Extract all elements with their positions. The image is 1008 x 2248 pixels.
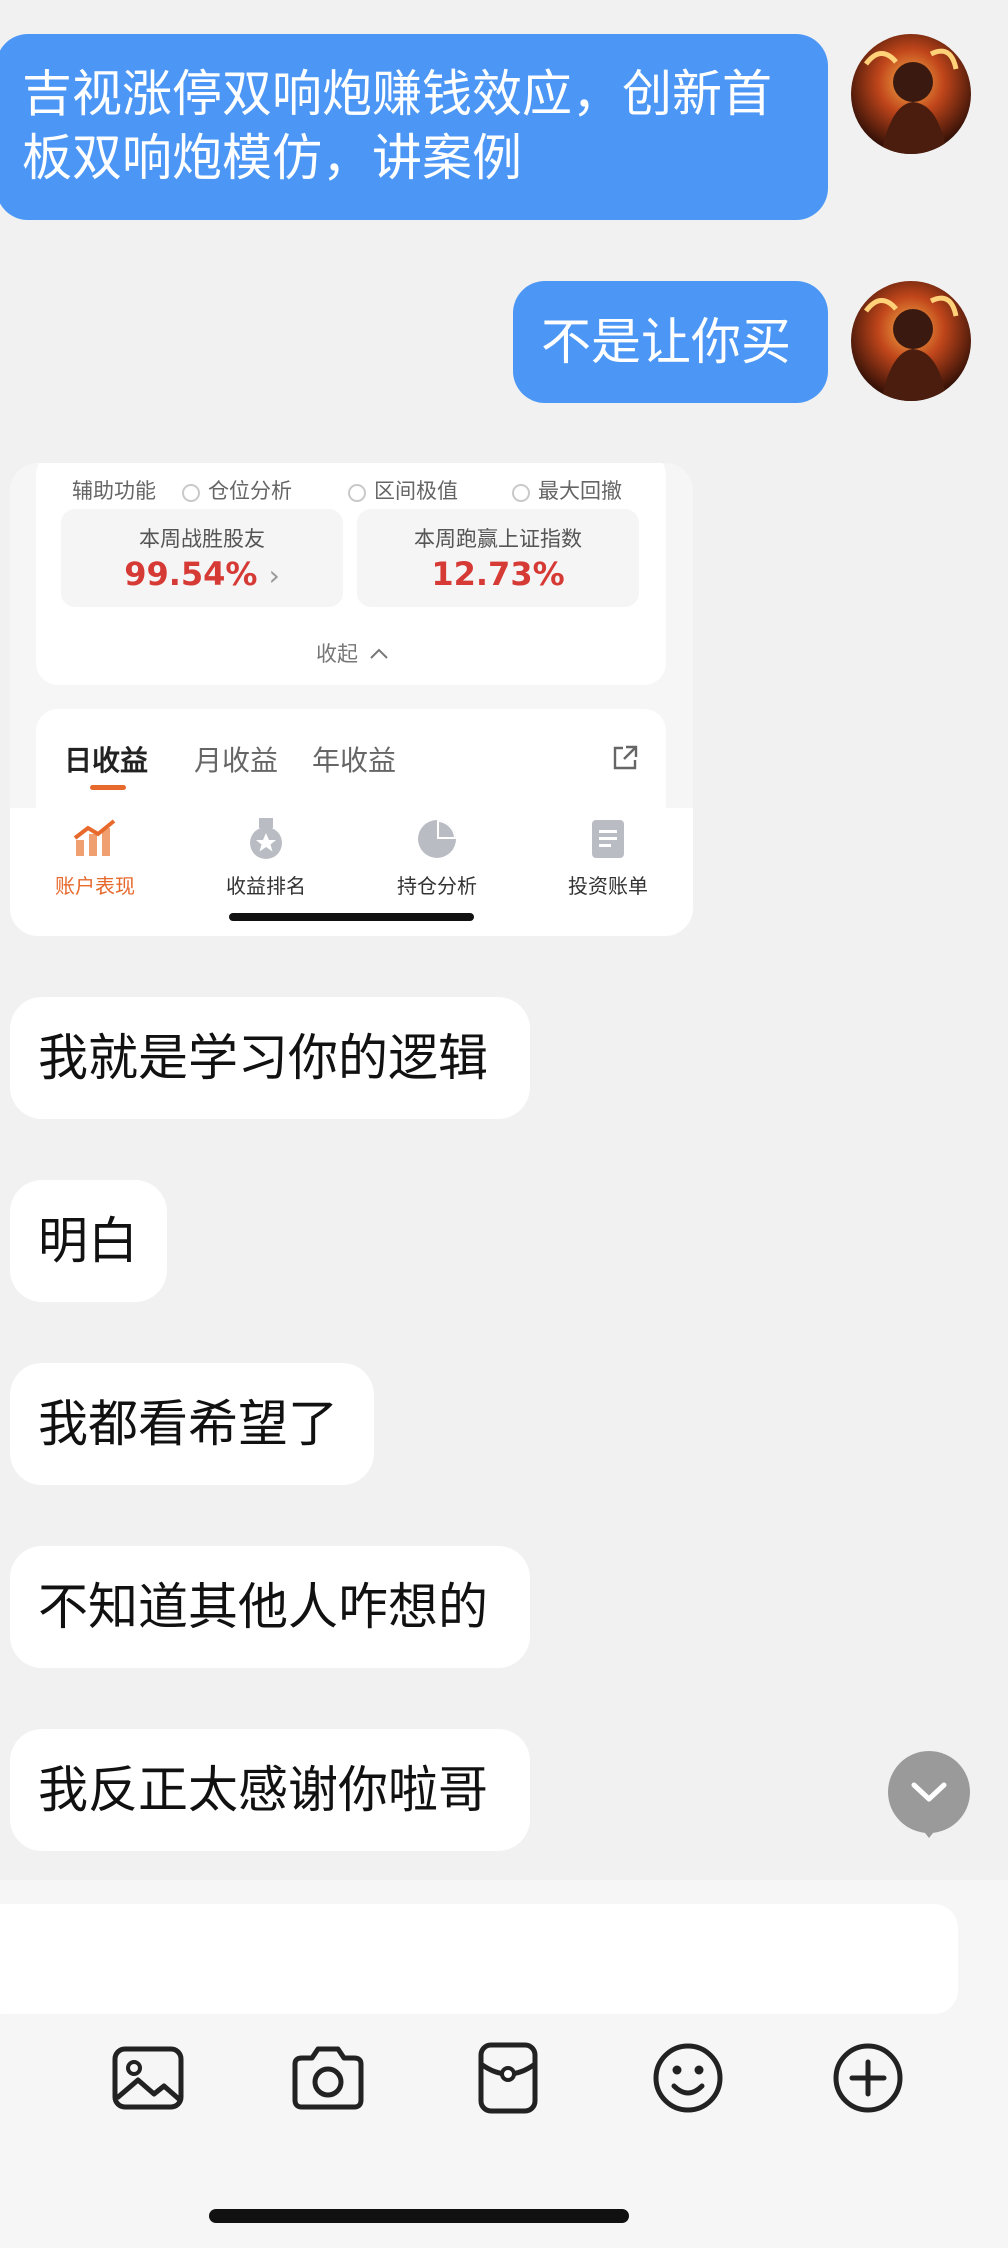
chevron-right-icon: › — [268, 559, 280, 592]
option-position-analysis[interactable]: 仓位分析 — [182, 475, 292, 505]
user-avatar[interactable] — [851, 281, 971, 401]
incoming-message-2[interactable]: 明白 — [10, 1180, 167, 1302]
message-text: 我就是学习你的逻辑 — [38, 1029, 488, 1087]
nav-investment-bill[interactable]: 投资账单 — [523, 808, 693, 899]
share-icon[interactable] — [610, 743, 640, 773]
incoming-message-4[interactable]: 不知道其他人咋想的 — [10, 1546, 530, 1668]
chevron-up-icon — [369, 648, 388, 659]
incoming-message-3[interactable]: 我都看希望了 — [10, 1363, 374, 1485]
chevron-down-icon — [911, 1782, 947, 1802]
tab-monthly-earnings[interactable]: 月收益 — [194, 739, 278, 779]
user-avatar[interactable] — [851, 34, 971, 154]
incoming-message-5[interactable]: 我反正太感谢你啦哥 — [10, 1729, 530, 1851]
scroll-to-bottom-button[interactable] — [888, 1751, 970, 1833]
stat-label: 本周跑赢上证指数 — [414, 527, 582, 551]
active-tab-indicator — [90, 785, 126, 790]
collapse-toggle[interactable]: 收起 — [316, 638, 389, 668]
stat-beat-index: 本周跑赢上证指数 12.73% — [357, 509, 639, 607]
aux-panel: 辅助功能 仓位分析 区间极值 最大回撤 本周战胜股友 99.54% › 本周跑赢… — [36, 463, 666, 685]
tab-yearly-earnings[interactable]: 年收益 — [312, 739, 396, 779]
stat-value: 99.54% › — [124, 555, 280, 593]
stat-label: 本周战胜股友 — [139, 527, 265, 551]
nav-account-performance[interactable]: 账户表现 — [10, 808, 180, 899]
card-home-indicator — [229, 913, 474, 921]
nav-label: 账户表现 — [55, 874, 135, 898]
bill-icon — [592, 820, 624, 858]
pie-chart-icon — [418, 820, 456, 858]
message-text: 明白 — [38, 1212, 138, 1270]
message-text: 不是让你买 — [541, 313, 791, 371]
message-text: 不知道其他人咋想的 — [38, 1578, 488, 1636]
home-indicator — [209, 2209, 629, 2223]
emoji-icon[interactable] — [650, 2040, 726, 2116]
option-max-drawdown[interactable]: 最大回撤 — [512, 475, 622, 505]
medal-icon — [250, 818, 282, 859]
message-text-line-1: 吉视涨停双响炮赚钱效应，创新首 — [22, 65, 772, 123]
option-range-extreme[interactable]: 区间极值 — [348, 475, 458, 505]
message-text: 我反正太感谢你啦哥 — [38, 1761, 488, 1819]
nav-label: 投资账单 — [568, 874, 648, 898]
stat-value: 12.73% — [431, 555, 565, 593]
incoming-message-1[interactable]: 我就是学习你的逻辑 — [10, 997, 530, 1119]
nav-earnings-ranking[interactable]: 收益排名 — [181, 808, 351, 899]
image-icon[interactable] — [110, 2040, 186, 2116]
radio-icon — [182, 484, 200, 502]
tab-daily-earnings[interactable]: 日收益 — [64, 739, 148, 779]
outgoing-message-2[interactable]: 不是让你买 — [513, 281, 828, 403]
radio-icon — [512, 484, 530, 502]
camera-icon[interactable] — [290, 2040, 366, 2116]
red-packet-icon[interactable] — [470, 2040, 546, 2116]
nav-holdings-analysis[interactable]: 持仓分析 — [352, 808, 522, 899]
trend-chart-icon — [73, 819, 116, 856]
plus-icon[interactable] — [830, 2040, 906, 2116]
message-text-line-2: 板双响炮模仿，讲案例 — [22, 129, 522, 187]
radio-icon — [348, 484, 366, 502]
nav-label: 收益排名 — [226, 874, 306, 898]
nav-label: 持仓分析 — [397, 874, 477, 898]
aux-label: 辅助功能 — [72, 479, 156, 503]
shared-screenshot-card[interactable]: 辅助功能 仓位分析 区间极值 最大回撤 本周战胜股友 99.54% › 本周跑赢… — [10, 463, 693, 936]
scroll-button-tail — [921, 1828, 937, 1838]
message-text: 我都看希望了 — [38, 1395, 338, 1453]
stat-beat-peers[interactable]: 本周战胜股友 99.54% › — [61, 509, 343, 607]
message-input[interactable] — [0, 1904, 958, 2014]
outgoing-message-1[interactable]: 吉视涨停双响炮赚钱效应，创新首 板双响炮模仿，讲案例 — [0, 34, 828, 220]
